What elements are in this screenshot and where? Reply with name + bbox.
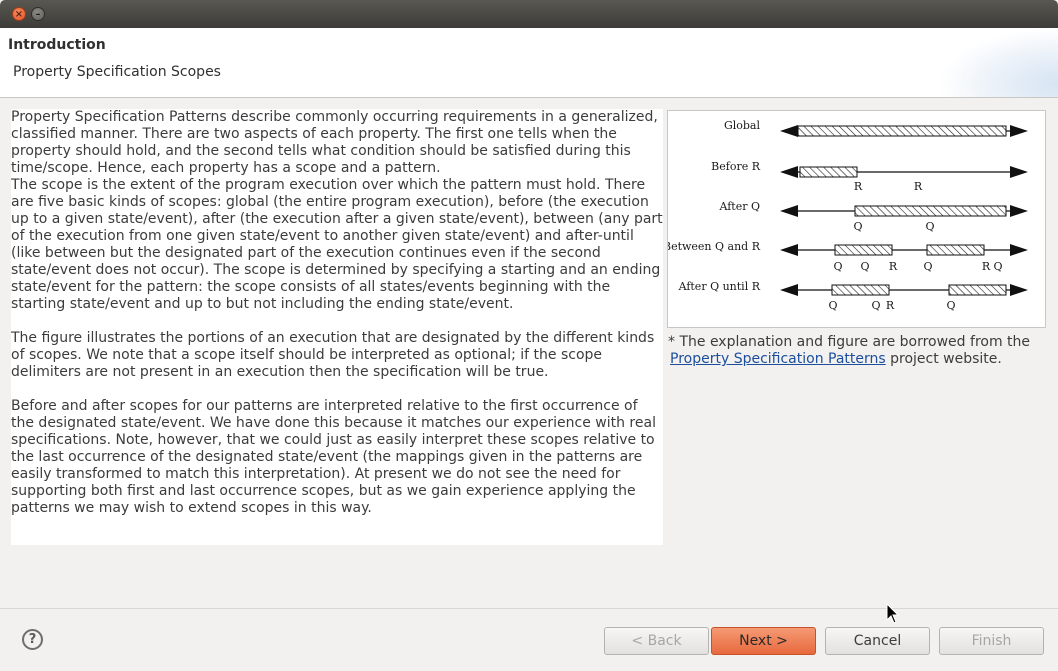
patterns-website-link[interactable]: Property Specification Patterns xyxy=(670,351,886,367)
attribution-prefix: * The explanation and figure are borrowe… xyxy=(668,334,1031,350)
mark-between-2: Q xyxy=(860,260,869,273)
arrow-left-after-q xyxy=(780,205,798,217)
description-text[interactable]: Property Specification Patterns describe… xyxy=(11,109,663,545)
finish-button[interactable]: Finish xyxy=(939,627,1044,655)
scopes-diagram: Global Before R R R After Q Q Q Between … xyxy=(663,119,1028,312)
row-label-after-q: After Q xyxy=(718,200,760,213)
arrow-left-after-until xyxy=(780,284,798,296)
row-label-after-until: After Q until R xyxy=(678,280,761,293)
mark-after-until-3: R xyxy=(886,299,895,312)
mark-before-r-1: R xyxy=(854,180,863,193)
arrow-right-after-q xyxy=(1010,205,1028,217)
mark-between-5: R xyxy=(982,260,991,273)
scope-bar-between-1 xyxy=(834,244,893,256)
arrow-right-before-r xyxy=(1010,166,1028,178)
scope-bar-after-until-2 xyxy=(948,284,1007,296)
help-button[interactable]: ? xyxy=(22,629,43,650)
scope-bar-global xyxy=(797,125,1007,137)
row-label-global: Global xyxy=(724,119,761,132)
arrow-left-between xyxy=(780,244,798,256)
back-button[interactable]: < Back xyxy=(604,627,709,655)
scope-bar-after-q xyxy=(854,205,1007,217)
arrow-right-between xyxy=(1010,244,1028,256)
window-titlebar: × – xyxy=(0,0,1058,28)
arrow-left-before-r xyxy=(780,166,798,178)
attribution-suffix: project website. xyxy=(885,351,1002,367)
cancel-button[interactable]: Cancel xyxy=(825,627,930,655)
attribution-note: * The explanation and figure are borrowe… xyxy=(668,334,1048,368)
row-label-before-r: Before R xyxy=(711,160,761,173)
mark-after-q-2: Q xyxy=(925,220,934,233)
mark-after-until-1: Q xyxy=(828,299,837,312)
arrow-left-global xyxy=(780,125,798,137)
mark-between-3: R xyxy=(889,260,898,273)
wizard-header: Introduction Property Specification Scop… xyxy=(0,28,1058,98)
scope-bar-before-r xyxy=(799,166,858,178)
arrow-right-after-until xyxy=(1010,284,1028,296)
page-title: Introduction xyxy=(8,37,106,53)
mark-between-6: Q xyxy=(993,260,1002,273)
page-subtitle: Property Specification Scopes xyxy=(13,64,221,80)
mark-between-4: Q xyxy=(923,260,932,273)
scope-bar-after-until-1 xyxy=(831,284,890,296)
scope-bar-between-2 xyxy=(926,244,985,256)
cursor-arrow-icon xyxy=(886,602,900,624)
minimize-window-button[interactable]: – xyxy=(31,7,45,21)
mark-between-1: Q xyxy=(833,260,842,273)
mark-before-r-2: R xyxy=(914,180,923,193)
arrow-right-global xyxy=(1010,125,1028,137)
mark-after-until-2: Q xyxy=(871,299,880,312)
mark-after-q-1: Q xyxy=(853,220,862,233)
close-window-button[interactable]: × xyxy=(12,7,26,21)
row-label-between: Between Q and R xyxy=(668,240,761,253)
next-button[interactable]: Next > xyxy=(711,627,816,655)
scopes-figure: Global Before R R R After Q Q Q Between … xyxy=(663,110,1046,328)
mark-after-until-4: Q xyxy=(946,299,955,312)
header-banner-image xyxy=(938,28,1058,97)
